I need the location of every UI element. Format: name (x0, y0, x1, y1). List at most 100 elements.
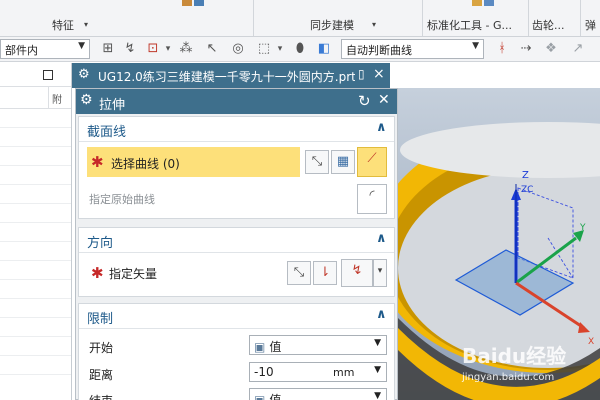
list-item[interactable] (0, 261, 71, 280)
snap-icon[interactable]: ⊞ (100, 41, 116, 57)
stop-at-intersection-icon[interactable]: ᚼ (494, 41, 510, 57)
distance-input[interactable]: -10 mm ▼ (249, 362, 387, 382)
document-title: UG12.0练习三维建模一千零九十一外圆内方.prt (98, 70, 356, 84)
follow-fillet-icon[interactable]: ⇢ (518, 41, 534, 57)
feature-curves-icon[interactable]: ❖ (543, 41, 559, 57)
collapse-icon[interactable]: ∧ (376, 307, 387, 322)
reset-icon[interactable]: ↻ (358, 92, 371, 110)
chevron-down-icon: ▼ (374, 365, 381, 375)
ribbon-icon-strip (182, 0, 204, 6)
ribbon-group-sync-modeling[interactable]: 同步建模 (310, 17, 354, 33)
ribbon-icon-strip (472, 0, 494, 6)
x-axis-label: X (588, 337, 594, 347)
section-curve-group: 截面线 ∧ ✱ 选择曲线 (0) ⤡ ▦ ⟋ 指定原始曲线 ◜ (78, 116, 395, 219)
end-label: 结束 (89, 392, 113, 400)
list-item[interactable] (0, 337, 71, 356)
chevron-down-icon[interactable]: ▾ (373, 259, 387, 287)
curve-rule-select[interactable]: 自动判断曲线 ▼ (341, 39, 484, 59)
ribbon: 特征 ▾ 同步建模 ▾ 标准化工具 - G... 齿轮... 弹 (0, 0, 600, 37)
cube-icon: ▣ (254, 393, 266, 400)
close-icon[interactable]: × (373, 66, 385, 82)
reverse-direction-icon[interactable]: ⤡ (287, 261, 311, 285)
cube-icon[interactable]: ◧ (316, 41, 332, 57)
part-navigator: 附 (0, 63, 72, 400)
limits-group: 限制 ∧ 开始 ▣值 ▼ 距离 -10 mm ▼ 结束 ▣值 ▼ (78, 303, 395, 400)
sketch-section-icon[interactable]: ▦ (331, 150, 355, 174)
gear-icon[interactable]: ⚙ (80, 92, 93, 108)
navigator-column-header[interactable]: 附 (0, 87, 71, 109)
dialog-title-bar[interactable]: ⚙ 拉伸 ↻ ✕ (76, 89, 397, 114)
solid-select-icon[interactable]: ⬮ (292, 41, 308, 57)
snap-point-icon[interactable]: ↯ (122, 41, 138, 57)
list-item[interactable] (0, 147, 71, 166)
ribbon-group-standard-tools[interactable]: 标准化工具 - G... (427, 17, 512, 33)
chevron-down-icon[interactable]: ▾ (160, 41, 176, 57)
section-curve-title[interactable]: 截面线 (87, 121, 126, 140)
maximize-icon[interactable] (43, 70, 53, 80)
chevron-down-icon: ▼ (472, 41, 479, 51)
chevron-down-icon: ▼ (78, 41, 85, 51)
divider (79, 141, 394, 142)
cursor-icon[interactable]: ↖ (204, 41, 220, 57)
list-item[interactable] (0, 204, 71, 223)
list-item[interactable] (0, 280, 71, 299)
ribbon-group-spring[interactable]: 弹 (585, 17, 596, 33)
select-feature-icon[interactable]: ⊡ (145, 41, 161, 57)
list-item[interactable] (0, 166, 71, 185)
navigator-column-label: 附 (52, 95, 62, 106)
direction-title[interactable]: 方向 (87, 232, 113, 251)
collapse-icon[interactable]: ∧ (376, 231, 387, 246)
select-curve-label: 选择曲线 (0) (111, 157, 180, 171)
ribbon-separator (422, 0, 423, 36)
specify-original-curve-label: 指定原始曲线 (89, 193, 155, 206)
reverse-icon[interactable]: ⤡ (305, 150, 329, 174)
chevron-down-icon: ▼ (374, 338, 381, 348)
chain-icon[interactable]: ↗ (570, 41, 586, 57)
selection-scope-select[interactable]: 部件内 ▼ (0, 39, 90, 59)
original-curve-icon[interactable]: ◜ (357, 184, 387, 214)
ribbon-group-sync-dropdown-icon[interactable]: ▾ (372, 20, 376, 29)
ribbon-group-gear[interactable]: 齿轮... (532, 17, 565, 33)
start-label: 开始 (89, 341, 114, 355)
chevron-down-icon: ▼ (374, 391, 381, 400)
divider (79, 328, 394, 329)
list-item[interactable] (0, 318, 71, 337)
list-item[interactable] (0, 109, 71, 128)
list-item[interactable] (0, 356, 71, 375)
ribbon-separator (580, 0, 581, 36)
lasso-icon[interactable]: ◎ (230, 41, 246, 57)
required-icon: ✱ (91, 264, 104, 282)
start-select[interactable]: ▣ 值 ▼ (249, 335, 387, 355)
chevron-down-icon[interactable]: ▾ (272, 41, 288, 57)
distance-value: -10 (254, 365, 274, 379)
limits-title[interactable]: 限制 (87, 308, 113, 327)
specify-vector-label: 指定矢量 (109, 267, 158, 281)
inferred-vector-icon[interactable]: ↯ (341, 259, 373, 287)
extrude-dialog: ⚙ 拉伸 ↻ ✕ 截面线 ∧ ✱ 选择曲线 (0) ⤡ ▦ ⟋ 指定原始曲线 ◜… (75, 88, 398, 400)
close-icon[interactable]: ✕ (378, 92, 390, 108)
cube-icon: ▣ (254, 340, 266, 354)
select-curve-row[interactable]: ✱ 选择曲线 (0) (87, 147, 300, 177)
dialog-title: 拉伸 (99, 98, 126, 113)
vector-constructor-icon[interactable]: ⇂ (313, 261, 337, 285)
document-tab-controls: ▯ × (355, 63, 390, 88)
direction-group: 方向 ∧ ✱ 指定矢量 ⤡ ⇂ ↯ ▾ (78, 227, 395, 297)
rectangle-select-icon[interactable]: ⬚ (256, 41, 272, 57)
ribbon-group-feature[interactable]: 特征 (52, 17, 74, 33)
ribbon-group-feature-dropdown-icon[interactable]: ▾ (84, 20, 88, 29)
collapse-icon[interactable]: ∧ (376, 120, 387, 135)
z-axis-label: Z (522, 170, 529, 181)
list-item[interactable] (0, 185, 71, 204)
point-filter-icon[interactable]: ⁂ (178, 41, 194, 57)
end-select[interactable]: ▣ 值 ▼ (249, 388, 387, 400)
curve-icon[interactable]: ⟋ (357, 147, 387, 177)
list-item[interactable] (0, 223, 71, 242)
list-item[interactable] (0, 242, 71, 261)
ribbon-separator (253, 0, 254, 36)
document-tab[interactable]: ⚙ UG12.0练习三维建模一千零九十一外圆内方.prt (72, 63, 390, 88)
watermark-logo: Baidu经验 (462, 344, 567, 368)
list-item[interactable] (0, 128, 71, 147)
start-value: 值 (269, 340, 282, 354)
list-item[interactable] (0, 299, 71, 318)
tab-edit-icon[interactable]: ▯ (358, 67, 365, 81)
